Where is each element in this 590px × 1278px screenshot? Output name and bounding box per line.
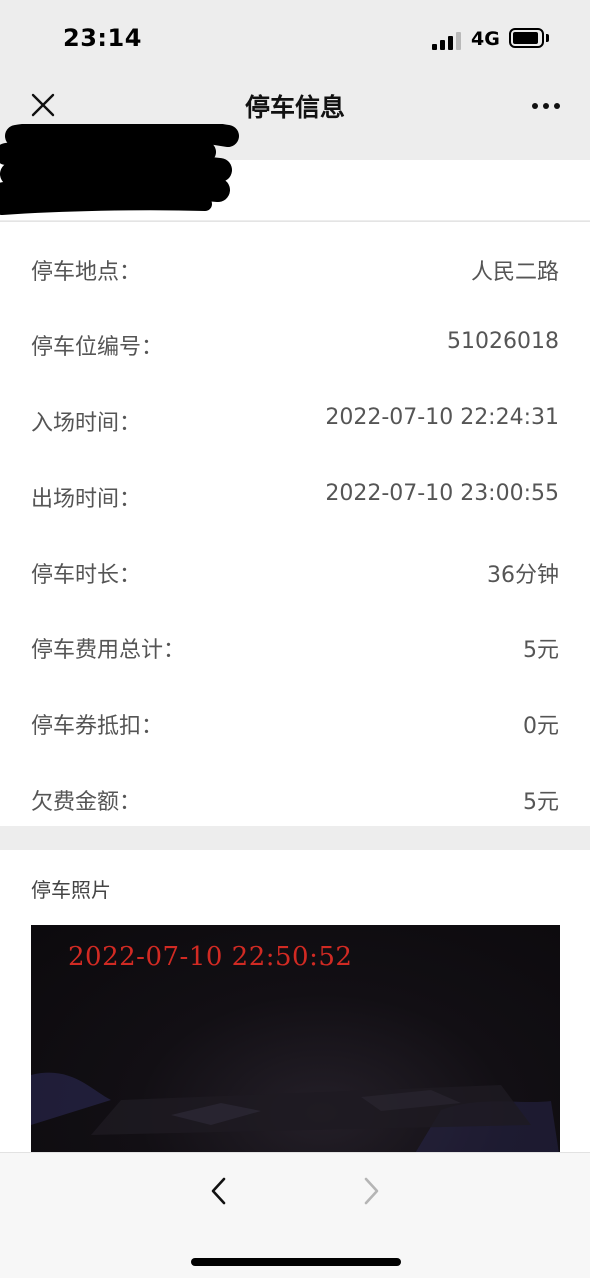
info-value: 0元 <box>523 714 559 739</box>
photo-scene <box>31 1072 560 1160</box>
info-row-duration: 停车时长： 36分钟 <box>0 547 590 597</box>
info-label: 停车时长： <box>31 563 142 588</box>
info-row-total-fee: 停车费用总计： 5元 <box>0 622 590 672</box>
info-value: 5元 <box>523 790 559 815</box>
status-bar: 23:14 4G <box>0 0 590 76</box>
info-value: 5元 <box>523 638 559 663</box>
info-value: 人民二路 <box>470 260 559 285</box>
page-title: 停车信息 <box>244 93 345 122</box>
info-row-space-number: 停车位编号： 51026018 <box>0 319 590 369</box>
info-row-coupon: 停车券抵扣： 0元 <box>0 698 590 748</box>
info-row-arrears: 欠费金额： 5元 <box>0 774 590 824</box>
photo-section-title: 停车照片 <box>31 878 111 902</box>
page: 23:14 4G 停车信息 停车地点： 人民二路 停车位编号： 51026018… <box>0 0 590 1278</box>
home-indicator <box>191 1258 401 1266</box>
chevron-right-icon[interactable] <box>357 1173 385 1209</box>
battery-icon <box>509 28 544 48</box>
info-label: 停车费用总计： <box>31 638 186 663</box>
info-label: 停车位编号： <box>31 335 164 360</box>
signal-icon <box>432 30 462 50</box>
network-type: 4G <box>471 28 500 50</box>
info-value: 51026018 <box>447 329 559 354</box>
info-label: 停车地点： <box>31 260 142 285</box>
info-value: 2022-07-10 23:00:55 <box>325 481 559 506</box>
redaction-scribble <box>0 124 239 215</box>
info-label: 入场时间： <box>31 411 142 436</box>
info-row-entry-time: 入场时间： 2022-07-10 22:24:31 <box>0 395 590 445</box>
status-time: 23:14 <box>63 24 142 52</box>
chevron-left-icon[interactable] <box>205 1173 233 1209</box>
parking-photo[interactable]: 2022-07-10 22:50:52 <box>31 925 560 1160</box>
battery-tip <box>546 34 549 42</box>
info-row-location: 停车地点： 人民二路 <box>0 244 590 294</box>
info-label: 出场时间： <box>31 487 142 512</box>
info-value: 36分钟 <box>487 563 559 588</box>
info-label: 欠费金额： <box>31 790 142 815</box>
info-value: 2022-07-10 22:24:31 <box>325 405 559 430</box>
parking-photo-card: 停车照片 2022-07-10 22:50:52 <box>0 850 590 1160</box>
info-label: 停车券抵扣： <box>31 714 164 739</box>
parking-info-card: 停车地点： 人民二路 停车位编号： 51026018 入场时间： 2022-07… <box>0 221 590 826</box>
more-dots-icon[interactable] <box>530 94 562 118</box>
info-row-exit-time: 出场时间： 2022-07-10 23:00:55 <box>0 471 590 521</box>
bottom-toolbar <box>0 1152 590 1278</box>
